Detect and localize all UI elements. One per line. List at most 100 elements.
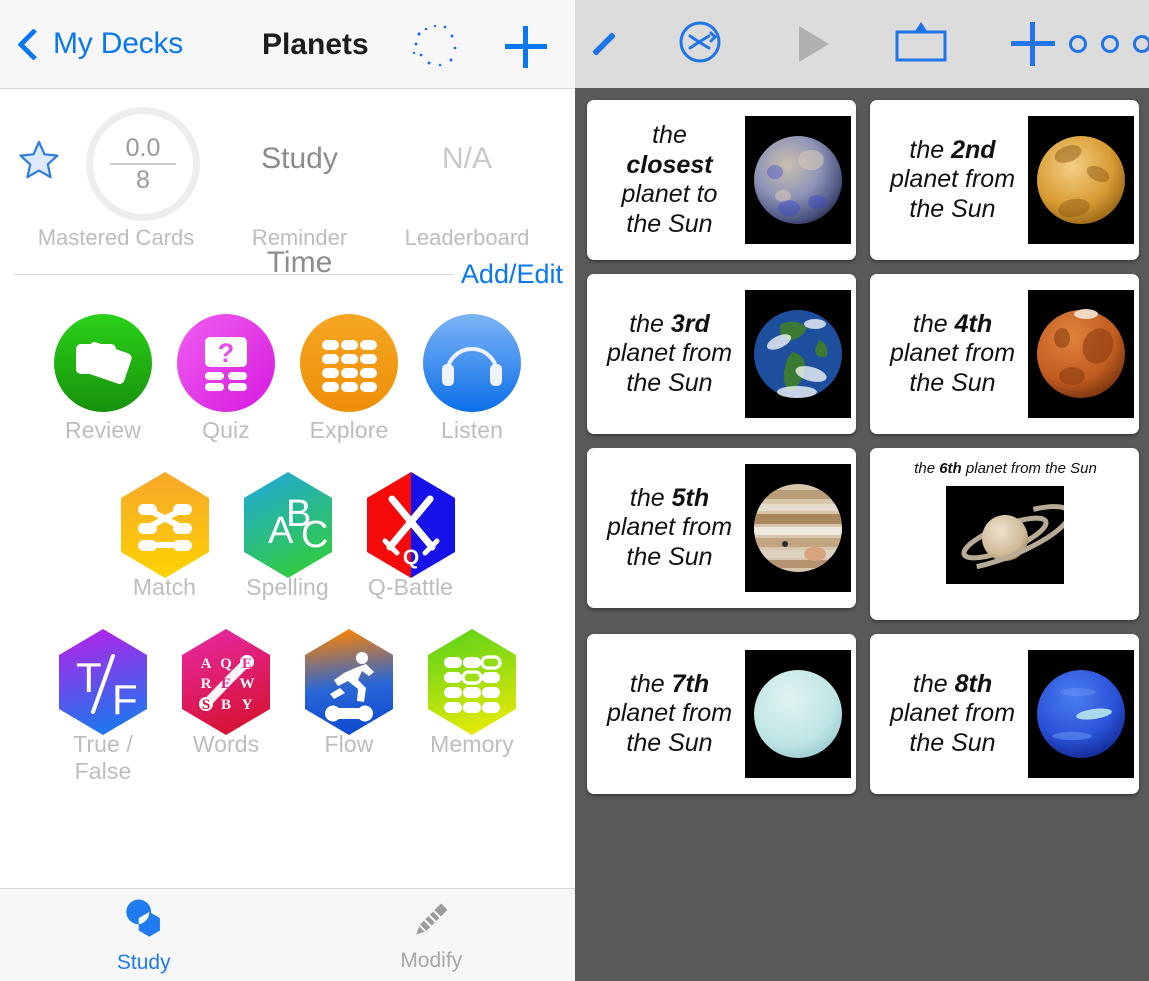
svg-text:E: E (242, 656, 252, 672)
mode-review[interactable]: Review (42, 314, 165, 444)
card-item[interactable]: the 3rd planet from the Sun (587, 274, 856, 434)
planet-image-neptune (1027, 650, 1134, 778)
add-edit-row: Add/Edit (0, 259, 575, 302)
mastered-cards-stat[interactable]: 0.0 8 Mastered Cards (0, 107, 232, 250)
study-modes-row-2: Match A B C Spelling Q Q-Battle (0, 471, 575, 601)
crossed-swords-icon: Q (362, 471, 460, 578)
deck-stats-row: 0.0 8 Mastered Cards Study Time Reminder… (0, 89, 575, 279)
svg-text:Q: Q (220, 656, 232, 672)
navigation-bar: My Decks Planets (0, 0, 575, 89)
memory-grid-icon (423, 628, 521, 735)
back-to-my-decks-button[interactable]: My Decks (17, 27, 184, 61)
planet-image-earth (744, 290, 851, 418)
card-item[interactable]: the 4th planet from the Sun (870, 274, 1139, 434)
svg-text:W: W (240, 676, 255, 692)
card-item[interactable]: the 2nd planet from the Sun (870, 100, 1139, 260)
mode-listen[interactable]: Listen (411, 314, 534, 444)
card-item[interactable]: the 7th planet from the Sun (587, 634, 856, 794)
planet-image-mercury (744, 116, 851, 244)
bottom-tab-bar: Study Modify (0, 888, 575, 981)
card-text: the 8th planet from the Sun (889, 669, 1016, 757)
chevron-left-icon (17, 27, 50, 61)
back-label: My Decks (53, 27, 184, 60)
tab-label: Modify (400, 948, 463, 972)
card-item[interactable]: the 8th planet from the Sun (870, 634, 1139, 794)
mode-memory[interactable]: Memory (411, 628, 534, 785)
match-nodes-icon (116, 471, 214, 578)
leaderboard-stat[interactable]: N/A Leaderboard (367, 107, 567, 250)
svg-text:B: B (221, 697, 231, 713)
card-toolbar (575, 0, 1149, 88)
svg-text:E: E (221, 676, 231, 692)
mode-label: True / False (73, 731, 133, 784)
pencil-icon (410, 898, 452, 945)
mode-label: Listen (441, 417, 503, 443)
add-card-button[interactable] (505, 26, 547, 68)
page-title: Planets (262, 28, 369, 61)
mode-words[interactable]: AQE REW SBY Words (165, 628, 288, 785)
svg-text:Q: Q (402, 546, 418, 569)
play-button[interactable] (799, 26, 829, 62)
card-grid: the closest planet to the Sun the 2nd pl… (575, 88, 1149, 794)
word-search-icon: AQE REW SBY (177, 628, 275, 735)
planet-image-saturn (945, 485, 1064, 584)
mastery-gauge: 0.0 8 (86, 107, 200, 221)
card-text: the 6th planet from the Sun (914, 460, 1097, 477)
runner-icon (300, 628, 398, 735)
mode-label: Review (64, 417, 141, 443)
explore-grid-icon (300, 314, 398, 412)
study-modes-grid: Review ? Quiz Explore Listen Match A B C… (0, 302, 575, 785)
svg-text:?: ? (218, 338, 235, 368)
more-button[interactable] (1069, 35, 1149, 53)
shuffle-icon (679, 21, 721, 62)
mode-explore[interactable]: Explore (288, 314, 411, 444)
svg-text:R: R (201, 676, 212, 692)
card-text: the 7th planet from the Sun (606, 669, 733, 757)
flip-card-icon (895, 21, 947, 61)
star-icon (18, 139, 60, 181)
shuffle-button[interactable] (675, 17, 725, 72)
flip-button[interactable] (893, 20, 949, 69)
mode-true-false[interactable]: T F True / False (42, 628, 165, 785)
moon-stars-icon[interactable] (412, 24, 458, 68)
leaderboard-value: N/A (441, 142, 492, 175)
svg-text:F: F (112, 676, 138, 723)
more-dot (1133, 35, 1149, 53)
mode-label: Explore (309, 417, 389, 443)
abc-icon: A B C (239, 471, 337, 578)
mastery-denominator: 8 (136, 165, 150, 194)
add-edit-button[interactable]: Add/Edit (461, 259, 563, 290)
review-cards-icon (54, 314, 152, 412)
reminder-label: Reminder (251, 225, 348, 250)
leaderboard-label: Leaderboard (404, 225, 530, 250)
mode-match[interactable]: Match (103, 471, 226, 601)
deck-detail-screen: My Decks Planets 0.0 8 Mastered Cards St… (0, 0, 575, 981)
card-text: the closest planet to the Sun (621, 121, 718, 238)
fraction-bar (110, 162, 176, 165)
card-row: the 3rd planet from the Sun the 4th plan… (587, 274, 1139, 434)
planet-image-uranus (744, 650, 851, 778)
tab-modify[interactable]: Modify (288, 889, 576, 981)
back-button[interactable] (591, 31, 617, 57)
mode-flow[interactable]: Flow (288, 628, 411, 785)
dual-phone-screenshot: My Decks Planets 0.0 8 Mastered Cards St… (0, 0, 1149, 981)
divider (14, 274, 454, 275)
card-item[interactable]: the 6th planet from the Sun (870, 448, 1139, 620)
mode-q-battle[interactable]: Q Q-Battle (349, 471, 472, 601)
quiz-question-icon: ? (177, 314, 275, 412)
svg-text:S: S (202, 697, 210, 713)
tab-study[interactable]: Study (0, 889, 288, 981)
mode-quiz[interactable]: ? Quiz (165, 314, 288, 444)
mode-label: Quiz (202, 417, 250, 443)
card-item[interactable]: the closest planet to the Sun (587, 100, 856, 260)
study-modes-row-1: Review ? Quiz Explore Listen (0, 314, 575, 444)
more-dot (1069, 35, 1087, 53)
more-dot (1101, 35, 1119, 53)
planet-image-venus (1027, 116, 1134, 244)
headphones-icon (423, 314, 521, 412)
mode-spelling[interactable]: A B C Spelling (226, 471, 349, 601)
card-row: the 5th planet from the Sun the 6th plan… (587, 448, 1139, 620)
card-row: the closest planet to the Sun the 2nd pl… (587, 100, 1139, 260)
card-item[interactable]: the 5th planet from the Sun (587, 448, 856, 608)
study-modes-row-3: T F True / False A Q E R E W S B Y Words… (0, 628, 575, 785)
